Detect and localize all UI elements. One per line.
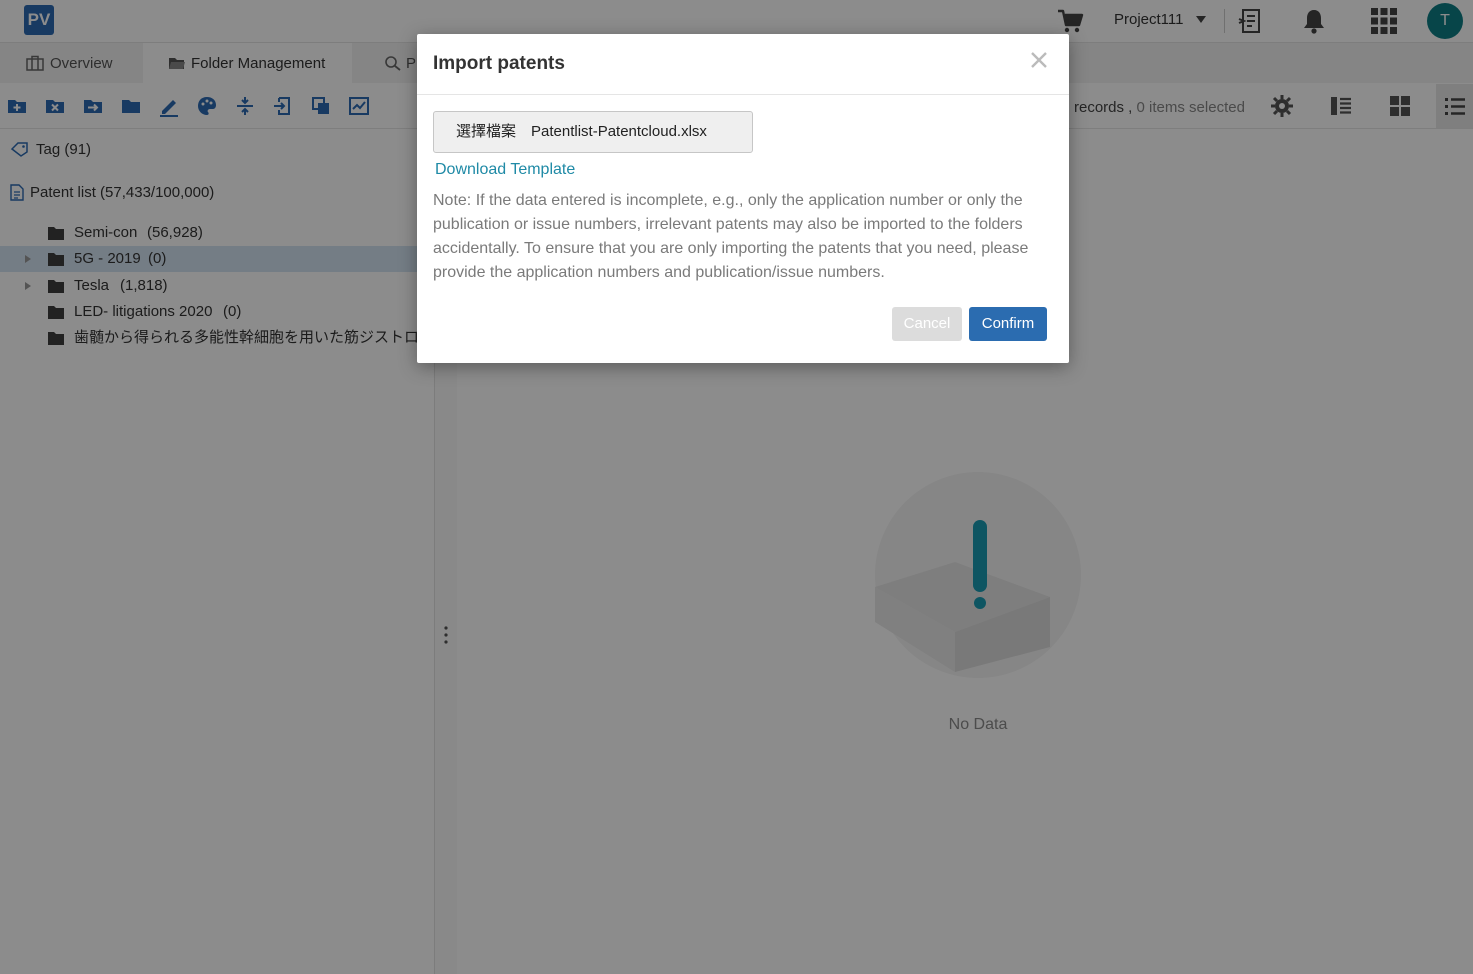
selected-file-name: Patentlist-Patentcloud.xlsx bbox=[531, 123, 707, 140]
divider bbox=[417, 94, 1069, 95]
confirm-button[interactable]: Confirm bbox=[969, 307, 1047, 341]
download-template-link[interactable]: Download Template bbox=[435, 161, 575, 179]
choose-file-label: 選擇檔案 bbox=[456, 123, 517, 140]
close-icon[interactable] bbox=[1029, 50, 1049, 70]
import-note: Note: If the data entered is incomplete,… bbox=[433, 192, 1029, 281]
dialog-title: Import patents bbox=[433, 53, 565, 74]
import-patents-dialog: Import patents 選擇檔案 Patentlist-Patentclo… bbox=[417, 34, 1069, 363]
cancel-button[interactable]: Cancel bbox=[892, 307, 962, 341]
choose-file-button[interactable]: 選擇檔案 Patentlist-Patentcloud.xlsx bbox=[433, 111, 753, 153]
